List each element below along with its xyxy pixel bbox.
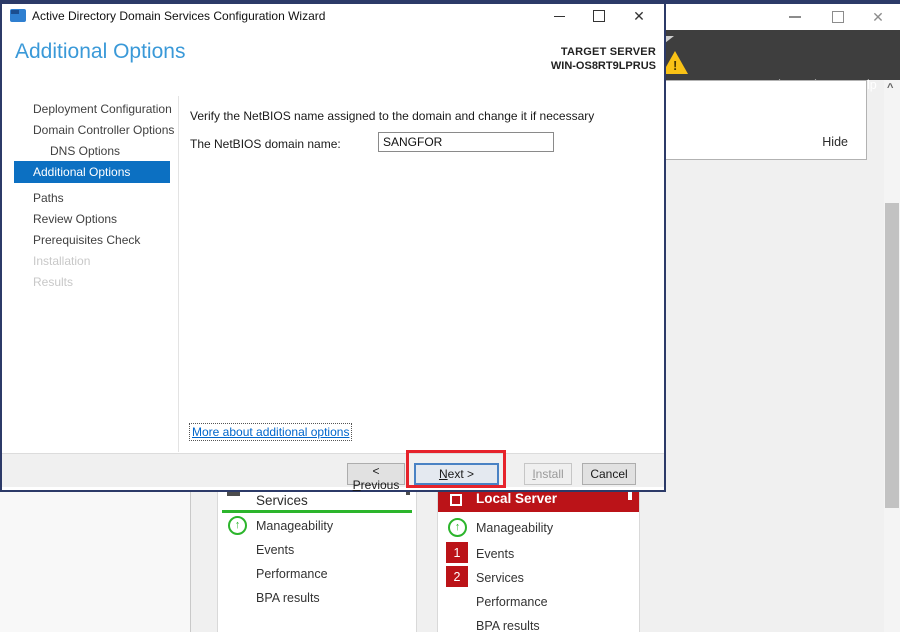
minimize-glyph bbox=[553, 15, 565, 17]
tile-row-performance[interactable]: Performance bbox=[438, 594, 639, 616]
target-server-label: TARGET SERVER bbox=[560, 46, 656, 58]
minimize-glyph bbox=[789, 16, 801, 18]
adds-wizard-window: Active Directory Domain Services Configu… bbox=[0, 0, 666, 492]
scrollbar[interactable]: ^ bbox=[884, 80, 900, 632]
button-mnemonic: P bbox=[352, 478, 361, 492]
tile-row-label: BPA results bbox=[476, 619, 540, 632]
adds-wizard-icon bbox=[10, 9, 26, 22]
wizard-step-installation: Installation bbox=[33, 254, 91, 268]
button-text: revious bbox=[360, 478, 400, 492]
tile-row-label: Manageability bbox=[256, 519, 334, 533]
wizard-step-domain-controller-options[interactable]: Domain Controller Options bbox=[14, 120, 174, 140]
target-server-name: WIN-OS8RT9LPRUS bbox=[550, 60, 656, 72]
netbios-domain-name-input[interactable] bbox=[378, 132, 554, 152]
notification-panel: Hide bbox=[665, 80, 867, 160]
maximize-icon[interactable] bbox=[823, 4, 853, 30]
tile-row-label: Manageability bbox=[476, 521, 554, 535]
tile-row-label: Events bbox=[476, 547, 515, 561]
tile-row-events[interactable]: Events bbox=[218, 542, 416, 564]
tile-row-bpa-results[interactable]: BPA results bbox=[438, 618, 639, 632]
tile-row-label: Performance bbox=[256, 567, 328, 581]
window-title: Active Directory Domain Services Configu… bbox=[32, 9, 326, 23]
maximize-icon[interactable] bbox=[582, 4, 616, 28]
tile-row-events[interactable]: 1 Events bbox=[438, 542, 639, 568]
close-icon[interactable]: ✕ bbox=[622, 4, 656, 28]
close-icon[interactable]: ✕ bbox=[863, 4, 893, 30]
page-title: Additional Options bbox=[15, 40, 186, 63]
wizard-step-paths[interactable]: Paths bbox=[14, 188, 172, 208]
maximize-glyph bbox=[832, 11, 844, 23]
cancel-button[interactable]: Cancel bbox=[582, 463, 636, 485]
tile-row-bpa-results[interactable]: BPA results bbox=[218, 590, 416, 612]
wizard-step-prerequisites-check[interactable]: Prerequisites Check bbox=[14, 230, 172, 250]
wizard-step-deployment-configuration[interactable]: Deployment Configuration bbox=[14, 99, 172, 119]
tile-row-label: Events bbox=[256, 543, 295, 557]
tile-header-glyph bbox=[628, 491, 632, 500]
dashboard-tile-local-server: Local Server ↑ Manageability 1 Events 2 … bbox=[437, 484, 640, 632]
warning-exclamation-icon: ! bbox=[673, 58, 678, 73]
hide-link[interactable]: Hide bbox=[822, 135, 848, 149]
manageability-up-icon: ↑ bbox=[448, 518, 467, 537]
events-count-badge[interactable]: 1 bbox=[446, 542, 468, 563]
button-text: nstall bbox=[535, 467, 564, 481]
tile-row-manageability[interactable]: ↑ Manageability bbox=[438, 518, 639, 542]
tile-title-services[interactable]: Services bbox=[256, 493, 308, 508]
screen: ✕ Manage Tools View Help ! Hide ^ Servic… bbox=[0, 0, 900, 632]
tile-row-services[interactable]: 2 Services bbox=[438, 566, 639, 592]
netbios-field-label: The NetBIOS domain name: bbox=[190, 137, 341, 151]
wizard-step-dns-options[interactable]: DNS Options bbox=[14, 141, 172, 161]
minimize-icon[interactable] bbox=[780, 4, 810, 30]
sidebar-separator bbox=[178, 96, 179, 452]
local-server-tile-icon bbox=[450, 494, 462, 506]
netbios-instruction-text: Verify the NetBIOS name assigned to the … bbox=[190, 109, 595, 123]
more-about-link[interactable]: More about additional options bbox=[188, 423, 353, 441]
wizard-step-review-options[interactable]: Review Options bbox=[14, 209, 172, 229]
dashboard-tile-services: Services ↑ Manageability Events Performa… bbox=[217, 484, 417, 632]
install-button: Install bbox=[524, 463, 572, 485]
minimize-icon[interactable] bbox=[542, 4, 576, 28]
tile-row-label: Services bbox=[476, 571, 524, 585]
wizard-step-additional-options[interactable]: Additional Options bbox=[14, 161, 170, 183]
tile-row-performance[interactable]: Performance bbox=[218, 566, 416, 588]
previous-button[interactable]: < Previous bbox=[347, 463, 405, 492]
tile-row-label: Performance bbox=[476, 595, 548, 609]
button-text: Cancel bbox=[590, 467, 628, 481]
tile-row-manageability[interactable]: ↑ Manageability bbox=[218, 516, 416, 540]
scroll-up-icon[interactable]: ^ bbox=[887, 82, 893, 94]
tile-title-local-server[interactable]: Local Server bbox=[476, 491, 557, 506]
status-green-bar bbox=[222, 510, 412, 513]
maximize-glyph bbox=[593, 10, 605, 22]
annotation-highlight bbox=[406, 450, 506, 488]
tile-row-label: BPA results bbox=[256, 591, 320, 605]
wizard-titlebar: Active Directory Domain Services Configu… bbox=[2, 4, 664, 30]
manageability-up-icon: ↑ bbox=[228, 516, 247, 535]
wizard-step-results: Results bbox=[33, 275, 74, 289]
target-server-block: TARGET SERVER WIN-OS8RT9LPRUS bbox=[551, 46, 656, 72]
scrollbar-thumb[interactable] bbox=[885, 203, 899, 508]
services-count-badge[interactable]: 2 bbox=[446, 566, 468, 587]
button-text: < bbox=[372, 464, 380, 478]
